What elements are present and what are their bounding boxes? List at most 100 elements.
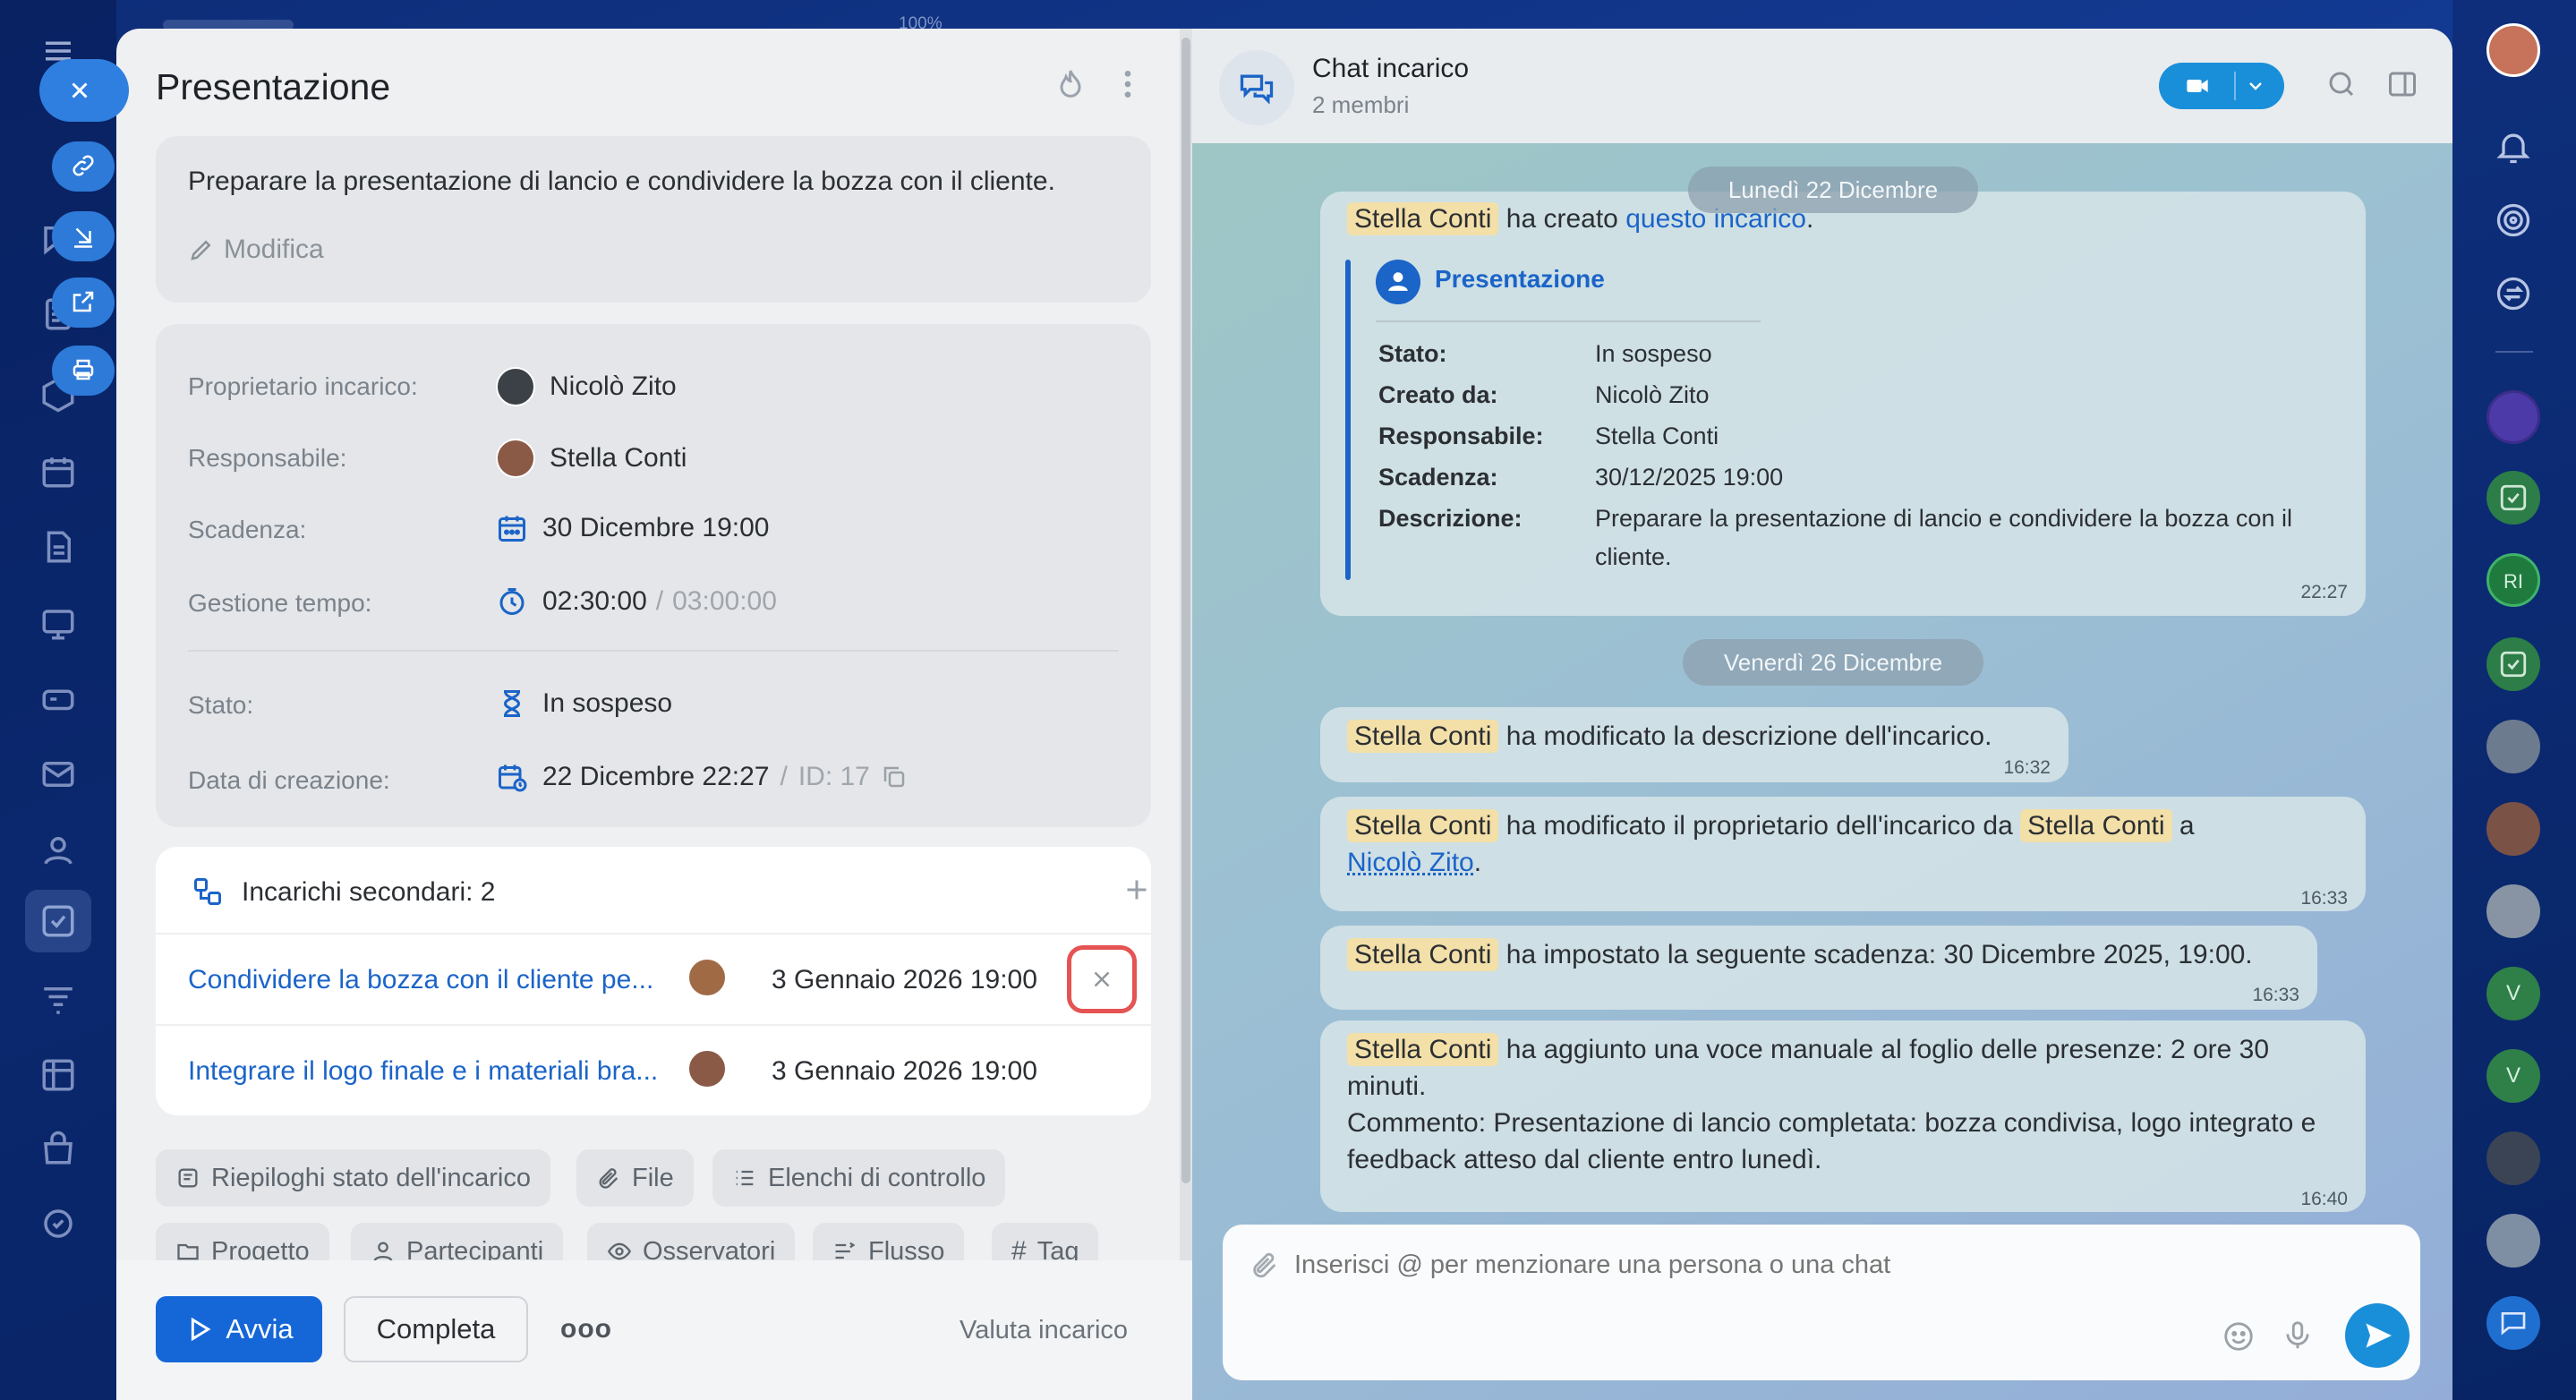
subtask-row[interactable]: Integrare il logo finale e i materiali b… — [156, 1024, 1151, 1115]
send-button[interactable] — [2345, 1303, 2410, 1368]
contact-avatar[interactable] — [2486, 802, 2540, 856]
contact-avatar[interactable] — [2486, 1214, 2540, 1268]
mention-new-owner[interactable]: Nicolò Zito — [1347, 848, 1474, 877]
id-separator: / — [780, 762, 788, 791]
paperclip-icon — [596, 1165, 621, 1191]
task-chat-icon[interactable] — [2486, 637, 2540, 691]
contact-avatar[interactable] — [2486, 884, 2540, 938]
message-input[interactable] — [1294, 1244, 2189, 1285]
chip-checklists[interactable]: Elenchi di controllo — [712, 1149, 1006, 1207]
copilot-icon[interactable] — [2486, 390, 2540, 444]
shop-icon[interactable] — [39, 1130, 77, 1167]
chip-files[interactable]: File — [576, 1149, 694, 1207]
contact-avatar-initial[interactable]: V — [2486, 967, 2540, 1020]
mail-icon[interactable] — [39, 755, 77, 793]
mention-author[interactable]: Stella Conti — [1347, 938, 1499, 971]
task-card-title[interactable]: Presentazione — [1435, 265, 1605, 294]
card-accent-bar — [1345, 260, 1351, 580]
task-chat-icon[interactable] — [2486, 471, 2540, 525]
close-icon — [66, 77, 93, 104]
message-square-icon — [2498, 1309, 2529, 1337]
document-icon[interactable] — [39, 528, 77, 566]
subtask-avatar — [687, 958, 727, 997]
message-body: ha modificato la descrizione dell'incari… — [1506, 721, 1992, 751]
remove-subtask-button[interactable] — [1067, 945, 1137, 1013]
calendar-clock-icon — [496, 761, 528, 793]
close-icon — [1088, 966, 1115, 993]
sidebar-item-tasks-active[interactable] — [25, 890, 91, 952]
more-actions-button[interactable]: ooo — [555, 1296, 618, 1362]
microphone-icon[interactable] — [2281, 1318, 2315, 1353]
deadline-value[interactable]: 30 Dicembre 19:00 — [496, 512, 769, 544]
start-button[interactable]: Avvia — [156, 1296, 322, 1362]
stopwatch-icon — [496, 585, 528, 618]
time-tracking-value[interactable]: 02:30:00 / 03:00:00 — [496, 585, 777, 618]
search-icon[interactable] — [2325, 68, 2358, 100]
contact-avatar-initial[interactable]: V — [2486, 1049, 2540, 1103]
rate-task-link[interactable]: Valuta incarico — [960, 1316, 1128, 1345]
emoji-icon[interactable] — [2222, 1319, 2256, 1353]
chat-avatar — [1219, 50, 1294, 125]
task-description: Preparare la presentazione di lancio e c… — [188, 166, 1055, 196]
add-subtask-button[interactable] — [1121, 874, 1153, 906]
close-panel-button[interactable] — [39, 59, 129, 122]
deadline-text: 30 Dicembre 19:00 — [542, 513, 770, 542]
mention-author[interactable]: Stella Conti — [1347, 1033, 1499, 1066]
bell-icon[interactable] — [2494, 127, 2533, 166]
card-row-label: Stato: — [1378, 340, 1447, 367]
paperclip-icon[interactable] — [1250, 1250, 1280, 1280]
mention-author[interactable]: Stella Conti — [1347, 809, 1499, 842]
chip-status-summaries[interactable]: Riepiloghi stato dell'incarico — [156, 1149, 550, 1207]
calendar-icon — [496, 512, 528, 544]
grid-icon[interactable] — [39, 1056, 77, 1094]
board-icon[interactable] — [39, 605, 77, 643]
chat-bot-icon[interactable] — [2486, 1296, 2540, 1350]
time-separator: / — [655, 586, 664, 616]
video-call-button[interactable] — [2159, 63, 2284, 109]
settings-icon[interactable] — [39, 1205, 77, 1242]
mention-previous-owner[interactable]: Stella Conti — [2020, 809, 2172, 842]
minimize-button[interactable] — [52, 211, 115, 261]
sidebar-toggle-icon[interactable] — [2386, 68, 2418, 100]
subtask-title[interactable]: Integrare il logo finale e i materiali b… — [188, 1056, 658, 1087]
user-avatar[interactable] — [2486, 23, 2540, 77]
copy-icon[interactable] — [881, 764, 908, 790]
chat-title: Chat incarico — [1312, 54, 1470, 83]
owner-value[interactable]: Nicolò Zito — [496, 367, 677, 406]
storage-icon[interactable] — [39, 680, 77, 718]
mention-author[interactable]: Stella Conti — [1347, 202, 1499, 235]
subtask-row[interactable]: Condividere la bozza con il cliente pe..… — [156, 933, 1151, 1024]
contacts-icon[interactable] — [39, 831, 77, 868]
target-icon[interactable] — [2494, 201, 2533, 240]
sync-chat-icon[interactable] — [2494, 274, 2533, 313]
arrow-down-right-icon — [70, 222, 97, 249]
card-divider — [1376, 320, 1761, 322]
contact-avatar[interactable] — [2486, 1131, 2540, 1185]
complete-button[interactable]: Completa — [344, 1296, 528, 1362]
chat-members[interactable]: 2 membri — [1312, 91, 1409, 119]
filter-icon[interactable] — [39, 981, 77, 1019]
edit-description-link[interactable]: Modifica — [188, 235, 324, 265]
contact-avatar[interactable] — [2486, 720, 2540, 773]
mention-author[interactable]: Stella Conti — [1347, 720, 1499, 753]
copy-link-button[interactable] — [52, 141, 115, 192]
flame-icon[interactable] — [1053, 66, 1088, 102]
card-row-value: Nicolò Zito — [1595, 381, 1710, 408]
subtask-title[interactable]: Condividere la bozza con il cliente pe..… — [188, 965, 653, 995]
details-divider — [188, 650, 1119, 652]
subtask-date: 3 Gennaio 2026 19:00 — [772, 965, 1037, 995]
responsible-value[interactable]: Stella Conti — [496, 439, 687, 478]
task-details-card: Proprietario incarico: Nicolò Zito Respo… — [156, 324, 1151, 827]
deadline-label: Scadenza: — [188, 516, 307, 543]
calendar-icon[interactable] — [39, 453, 77, 491]
more-vertical-icon[interactable] — [1110, 66, 1146, 102]
panel-scrollbar[interactable] — [1180, 29, 1192, 1260]
pencil-icon — [188, 236, 215, 263]
message-composer — [1223, 1225, 2420, 1380]
print-button[interactable] — [52, 346, 115, 396]
group-chat-avatar[interactable]: RI — [2486, 553, 2540, 607]
message-time: 22:27 — [2300, 582, 2348, 602]
card-row-value: Preparare la presentazione di lancio e c… — [1595, 505, 2292, 570]
open-new-window-button[interactable] — [52, 277, 115, 328]
created-label: Data di creazione: — [188, 766, 390, 794]
